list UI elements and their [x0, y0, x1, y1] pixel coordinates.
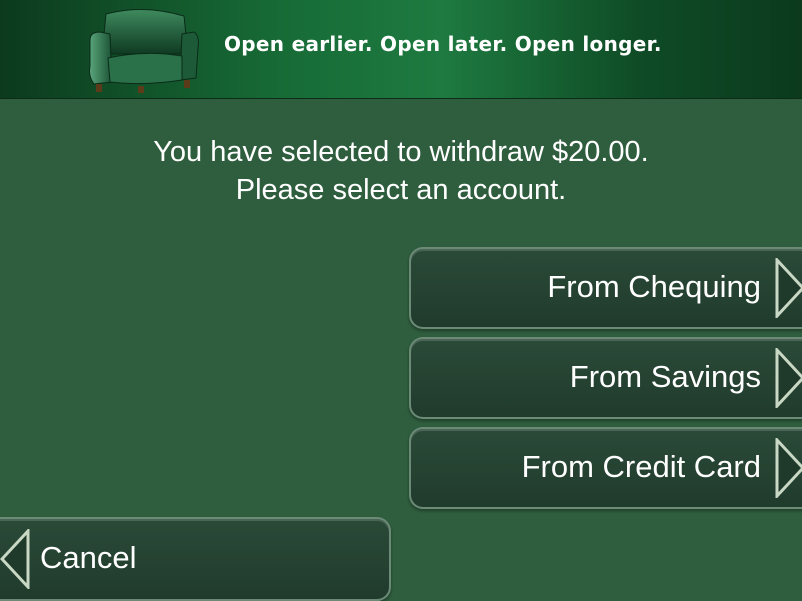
- chevron-right-icon: [775, 438, 802, 498]
- from-chequing-button[interactable]: From Chequing: [409, 247, 802, 329]
- chevron-right-icon: [775, 348, 802, 408]
- message-line-amount: You have selected to withdraw $20.00.: [153, 136, 649, 168]
- banner-slogan: Open earlier. Open later. Open longer.: [224, 32, 662, 56]
- from-savings-button[interactable]: From Savings: [409, 337, 802, 419]
- header-banner: Open earlier. Open later. Open longer.: [0, 0, 802, 99]
- message-line-instruction: Please select an account.: [235, 174, 567, 206]
- chevron-right-icon: [775, 258, 802, 318]
- chevron-left-icon: [0, 529, 30, 589]
- withdraw-message: You have selected to withdraw $20.00. Pl…: [0, 133, 802, 209]
- from-credit-card-button[interactable]: From Credit Card: [409, 427, 802, 509]
- cancel-button[interactable]: Cancel: [0, 517, 391, 601]
- from-chequing-label: From Chequing: [547, 269, 761, 304]
- cancel-label: Cancel: [40, 540, 137, 575]
- from-credit-card-label: From Credit Card: [521, 449, 761, 484]
- armchair-icon: [89, 8, 199, 93]
- from-savings-label: From Savings: [569, 359, 761, 394]
